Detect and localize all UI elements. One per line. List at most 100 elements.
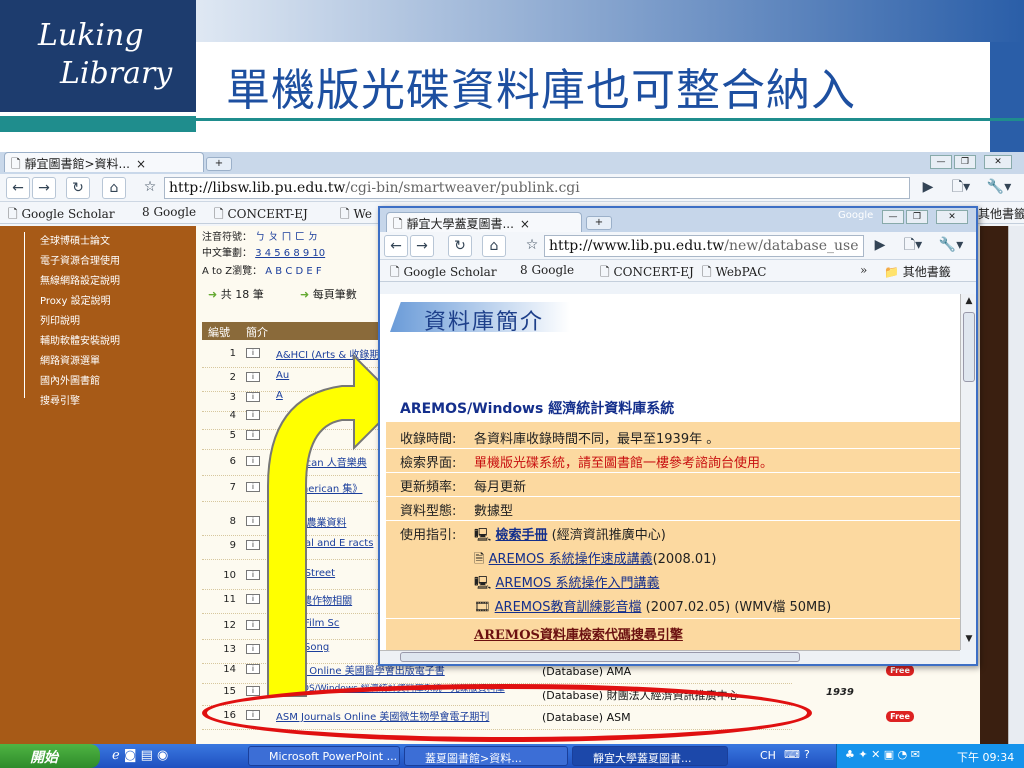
bookmark-concert[interactable]: 🗋 CONCERT-EJ (600, 263, 694, 284)
maximize-button[interactable]: ❐ (954, 155, 976, 169)
bookmark-concert[interactable]: 🗋 CONCERT-EJ (214, 205, 308, 226)
sidebar-item[interactable]: 輔助軟體安裝說明 (40, 332, 120, 347)
computer-icon: 🖳 (474, 528, 496, 543)
close-icon[interactable]: × (136, 157, 146, 171)
bookmark-other[interactable]: 其他書籤 (978, 205, 1024, 222)
zhuyin-links[interactable]: ㄅ ㄆ ㄇ ㄈ ㄉ (255, 232, 318, 243)
media-icon[interactable]: ◙ (124, 748, 137, 763)
sidebar-item[interactable]: 全球博碩士論文 (40, 232, 110, 247)
keyboard-icon[interactable]: ⌨ (784, 748, 800, 761)
messenger-icon[interactable]: ◉ (157, 748, 168, 763)
front-url-path: /new/database_use (724, 238, 859, 254)
star-icon[interactable]: ☆ (138, 177, 162, 199)
back-url-path: /cgi-bin/smartweaver/publink.cgi (345, 180, 580, 196)
bookmark-google-scholar[interactable]: 🗋 Google Scholar (390, 263, 497, 284)
back-vertical-scrollbar[interactable] (1008, 226, 1024, 744)
field-label: 更新頻率: (400, 480, 457, 495)
language-indicator[interactable]: CH (760, 749, 776, 762)
bookmark-google[interactable]: 8 Google (142, 205, 196, 219)
minimize-button[interactable]: — (930, 155, 952, 169)
row-number: 1 (229, 348, 236, 359)
sidebar-item[interactable]: 國內外圖書館 (40, 372, 100, 387)
row-number: 9 (229, 540, 236, 551)
wrench-icon[interactable]: 🔧▾ (936, 235, 966, 257)
task-chrome-1[interactable]: 蓋夏圖書館>資料... (404, 746, 568, 766)
front-toolbar: ← → ↻ ⌂ ☆ http://www.lib.pu.edu.tw/new/d… (380, 232, 976, 260)
clock: 下午 09:34 (957, 751, 1015, 764)
back-address-bar[interactable]: http://libsw.lib.pu.edu.tw/cgi-bin/smart… (164, 177, 910, 199)
bookmark-other[interactable]: 📁 其他書籤 (884, 263, 951, 280)
home-icon[interactable]: ⌂ (482, 235, 506, 257)
new-tab-button[interactable]: + (206, 157, 232, 171)
back-arrow-icon[interactable]: ← (6, 177, 30, 199)
page-menu-icon[interactable]: 🗋▾ (946, 177, 976, 199)
guide-link[interactable]: AREMOS 系統操作速成講義 (489, 552, 653, 567)
sidebar-item[interactable]: 無線網路設定說明 (40, 272, 120, 287)
home-icon[interactable]: ⌂ (102, 177, 126, 199)
title-right-band (990, 42, 1024, 152)
row-number: 10 (223, 570, 236, 581)
task-chrome-2[interactable]: 靜宜大學蓋夏圖書... (572, 746, 728, 766)
wrench-icon[interactable]: 🔧▾ (984, 177, 1014, 199)
help-icon[interactable]: ? (804, 748, 810, 761)
front-tab[interactable]: 🗋 靜宜大學蓋夏圖書... × (386, 212, 582, 232)
guide-suffix: (2008.01) (652, 552, 717, 567)
close-icon[interactable]: × (520, 217, 530, 231)
reload-icon[interactable]: ↻ (66, 177, 90, 199)
close-window-button[interactable]: ✕ (936, 210, 968, 224)
guide-item: 🗎 AREMOS 系統操作速成講義(2008.01) (474, 548, 716, 572)
bookmark-label: Google Scholar (403, 265, 497, 279)
page-menu-icon[interactable]: 🗋▾ (898, 235, 928, 257)
start-button[interactable]: 開始 (0, 744, 100, 768)
hscroll-thumb[interactable] (400, 652, 800, 662)
guide-item: 🖳 AREMOS 系統操作入門講義 (474, 572, 659, 596)
tray-icons[interactable]: ♣ ✦ ✕ ▣ ◔ ✉ (845, 748, 920, 761)
scroll-thumb[interactable] (963, 312, 975, 382)
chevron-right-icon[interactable]: » (860, 263, 867, 277)
bookmark-google-scholar[interactable]: 🗋 Google Scholar (8, 205, 115, 226)
maximize-button[interactable]: ❐ (906, 210, 928, 224)
task-powerpoint[interactable]: Microsoft PowerPoint ... (248, 746, 400, 766)
minimize-button[interactable]: — (882, 210, 904, 224)
front-address-bar[interactable]: http://www.lib.pu.edu.tw/new/database_us… (544, 235, 864, 257)
sidebar-item[interactable]: 列印說明 (40, 312, 80, 327)
bottom-heading[interactable]: AREMOS資料庫檢索代碼搜尋引擎 (474, 624, 683, 643)
sidebar-item[interactable]: 搜尋引擎 (40, 392, 80, 407)
bookmark-webpac[interactable]: 🗋 We (340, 205, 372, 226)
row-number: 5 (229, 430, 236, 441)
forward-arrow-icon[interactable]: → (410, 235, 434, 257)
sidebar-item[interactable]: Proxy 設定說明 (40, 292, 111, 307)
sidebar-item[interactable]: 電子資源合理使用 (40, 252, 120, 267)
go-arrow-icon[interactable]: ▶ (916, 177, 940, 199)
go-arrow-icon[interactable]: ▶ (868, 235, 892, 257)
forward-arrow-icon[interactable]: → (32, 177, 56, 199)
folder-icon[interactable]: ▤ (141, 748, 153, 763)
scroll-down-icon[interactable]: ▼ (962, 634, 976, 646)
front-vertical-scrollbar[interactable]: ▲ ▼ (960, 294, 976, 650)
new-tab-button[interactable]: + (586, 216, 612, 230)
sidebar-item[interactable]: 網路資源選單 (40, 352, 100, 367)
reload-icon[interactable]: ↻ (448, 235, 472, 257)
back-tab[interactable]: 🗋 靜宜圖書館>資料... × (4, 152, 204, 172)
front-browser-window: 🗋 靜宜大學蓋夏圖書... × + Google — ❐ ✕ ← → ↻ ⌂ ☆ … (378, 206, 978, 666)
front-bookmarks-bar: 🗋 Google Scholar 8 Google 🗋 CONCERT-EJ 🗋… (380, 260, 976, 282)
atoz-links[interactable]: A B C D E F (265, 266, 321, 277)
scroll-up-icon[interactable]: ▲ (962, 296, 976, 308)
guide-link[interactable]: AREMOS 系統操作入門講義 (495, 576, 659, 591)
front-tab-strip: 🗋 靜宜大學蓋夏圖書... × + Google — ❐ ✕ (380, 208, 976, 232)
filter-label: 注音符號： (202, 232, 252, 243)
close-window-button[interactable]: ✕ (984, 155, 1012, 169)
front-horizontal-scrollbar[interactable] (380, 650, 960, 664)
guide-link[interactable]: AREMOS教育訓練影音檔 (495, 600, 642, 615)
bookmark-google[interactable]: 8 Google (520, 263, 574, 277)
star-icon[interactable]: ☆ (520, 235, 544, 257)
database-info-table: 收錄時間: 各資料庫收錄時間不同，最早至1939年 。 檢索界面: 單機版光碟系… (386, 422, 960, 650)
guide-link[interactable]: 檢索手冊 (495, 528, 547, 543)
row-number: 15 (223, 686, 236, 697)
bookmark-webpac[interactable]: 🗋 WebPAC (702, 263, 766, 284)
database-year: 1939 (826, 687, 854, 698)
stroke-links[interactable]: 3 4 5 6 8 9 10 (255, 248, 325, 259)
row-number: 8 (229, 516, 236, 527)
ie-icon[interactable]: ℯ (112, 748, 120, 763)
back-arrow-icon[interactable]: ← (384, 235, 408, 257)
